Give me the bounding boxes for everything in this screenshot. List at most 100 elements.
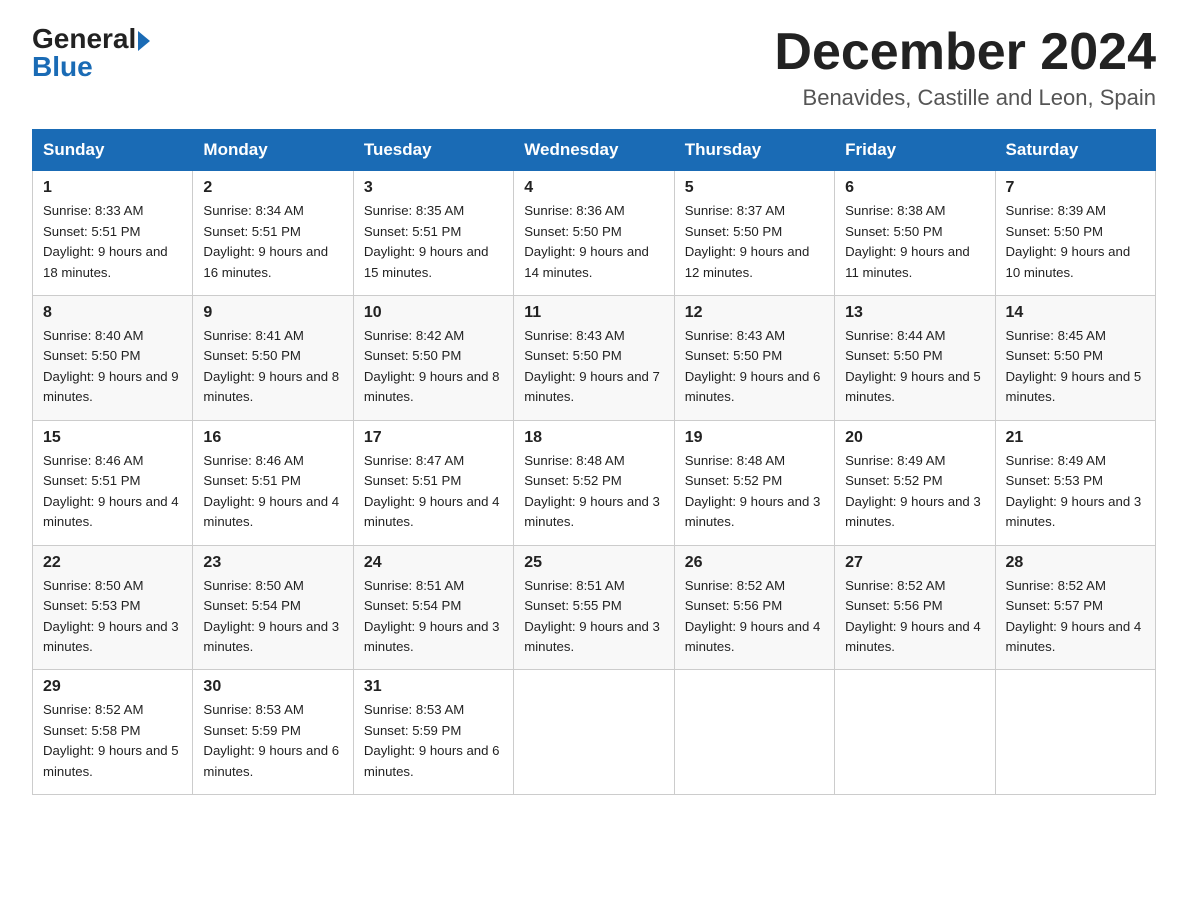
table-row: 28 Sunrise: 8:52 AM Sunset: 5:57 PM Dayl… [995,545,1155,670]
day-info: Sunrise: 8:45 AM Sunset: 5:50 PM Dayligh… [1006,326,1145,408]
day-info: Sunrise: 8:47 AM Sunset: 5:51 PM Dayligh… [364,451,503,533]
day-number: 23 [203,554,342,572]
day-number: 31 [364,678,503,696]
day-number: 7 [1006,179,1145,197]
table-row: 5 Sunrise: 8:37 AM Sunset: 5:50 PM Dayli… [674,171,834,296]
table-row: 10 Sunrise: 8:42 AM Sunset: 5:50 PM Dayl… [353,296,513,421]
table-row: 12 Sunrise: 8:43 AM Sunset: 5:50 PM Dayl… [674,296,834,421]
day-info: Sunrise: 8:34 AM Sunset: 5:51 PM Dayligh… [203,201,342,283]
day-info: Sunrise: 8:48 AM Sunset: 5:52 PM Dayligh… [685,451,824,533]
day-info: Sunrise: 8:43 AM Sunset: 5:50 PM Dayligh… [524,326,663,408]
page-header: General Blue December 2024 Benavides, Ca… [32,24,1156,111]
day-number: 16 [203,429,342,447]
logo-blue: Blue [32,51,93,83]
day-number: 25 [524,554,663,572]
col-monday: Monday [193,130,353,171]
day-info: Sunrise: 8:50 AM Sunset: 5:54 PM Dayligh… [203,576,342,658]
table-row: 18 Sunrise: 8:48 AM Sunset: 5:52 PM Dayl… [514,420,674,545]
table-row [514,670,674,795]
calendar-week-row: 22 Sunrise: 8:50 AM Sunset: 5:53 PM Dayl… [33,545,1156,670]
table-row: 31 Sunrise: 8:53 AM Sunset: 5:59 PM Dayl… [353,670,513,795]
day-info: Sunrise: 8:44 AM Sunset: 5:50 PM Dayligh… [845,326,984,408]
day-info: Sunrise: 8:48 AM Sunset: 5:52 PM Dayligh… [524,451,663,533]
day-number: 11 [524,304,663,322]
table-row: 30 Sunrise: 8:53 AM Sunset: 5:59 PM Dayl… [193,670,353,795]
day-info: Sunrise: 8:52 AM Sunset: 5:58 PM Dayligh… [43,700,182,782]
table-row [835,670,995,795]
col-wednesday: Wednesday [514,130,674,171]
day-number: 17 [364,429,503,447]
day-info: Sunrise: 8:43 AM Sunset: 5:50 PM Dayligh… [685,326,824,408]
day-info: Sunrise: 8:41 AM Sunset: 5:50 PM Dayligh… [203,326,342,408]
day-number: 26 [685,554,824,572]
table-row: 9 Sunrise: 8:41 AM Sunset: 5:50 PM Dayli… [193,296,353,421]
table-row: 3 Sunrise: 8:35 AM Sunset: 5:51 PM Dayli… [353,171,513,296]
day-number: 4 [524,179,663,197]
table-row: 7 Sunrise: 8:39 AM Sunset: 5:50 PM Dayli… [995,171,1155,296]
table-row: 19 Sunrise: 8:48 AM Sunset: 5:52 PM Dayl… [674,420,834,545]
day-info: Sunrise: 8:49 AM Sunset: 5:53 PM Dayligh… [1006,451,1145,533]
day-number: 13 [845,304,984,322]
day-info: Sunrise: 8:52 AM Sunset: 5:56 PM Dayligh… [685,576,824,658]
table-row: 4 Sunrise: 8:36 AM Sunset: 5:50 PM Dayli… [514,171,674,296]
col-saturday: Saturday [995,130,1155,171]
logo-general: General [32,23,136,54]
day-number: 15 [43,429,182,447]
day-number: 29 [43,678,182,696]
day-number: 30 [203,678,342,696]
month-title: December 2024 [774,24,1156,81]
day-number: 10 [364,304,503,322]
day-number: 8 [43,304,182,322]
day-number: 18 [524,429,663,447]
table-row: 8 Sunrise: 8:40 AM Sunset: 5:50 PM Dayli… [33,296,193,421]
day-number: 9 [203,304,342,322]
table-row: 15 Sunrise: 8:46 AM Sunset: 5:51 PM Dayl… [33,420,193,545]
calendar-week-row: 29 Sunrise: 8:52 AM Sunset: 5:58 PM Dayl… [33,670,1156,795]
title-area: December 2024 Benavides, Castille and Le… [774,24,1156,111]
table-row: 23 Sunrise: 8:50 AM Sunset: 5:54 PM Dayl… [193,545,353,670]
day-number: 24 [364,554,503,572]
day-number: 12 [685,304,824,322]
table-row [995,670,1155,795]
day-number: 22 [43,554,182,572]
day-number: 20 [845,429,984,447]
calendar-week-row: 15 Sunrise: 8:46 AM Sunset: 5:51 PM Dayl… [33,420,1156,545]
day-info: Sunrise: 8:51 AM Sunset: 5:55 PM Dayligh… [524,576,663,658]
table-row: 29 Sunrise: 8:52 AM Sunset: 5:58 PM Dayl… [33,670,193,795]
day-number: 19 [685,429,824,447]
day-info: Sunrise: 8:35 AM Sunset: 5:51 PM Dayligh… [364,201,503,283]
calendar-table: Sunday Monday Tuesday Wednesday Thursday… [32,129,1156,795]
table-row: 2 Sunrise: 8:34 AM Sunset: 5:51 PM Dayli… [193,171,353,296]
table-row [674,670,834,795]
day-info: Sunrise: 8:42 AM Sunset: 5:50 PM Dayligh… [364,326,503,408]
table-row: 20 Sunrise: 8:49 AM Sunset: 5:52 PM Dayl… [835,420,995,545]
day-info: Sunrise: 8:46 AM Sunset: 5:51 PM Dayligh… [43,451,182,533]
table-row: 27 Sunrise: 8:52 AM Sunset: 5:56 PM Dayl… [835,545,995,670]
day-info: Sunrise: 8:39 AM Sunset: 5:50 PM Dayligh… [1006,201,1145,283]
logo: General Blue [32,24,150,83]
day-info: Sunrise: 8:50 AM Sunset: 5:53 PM Dayligh… [43,576,182,658]
table-row: 6 Sunrise: 8:38 AM Sunset: 5:50 PM Dayli… [835,171,995,296]
col-friday: Friday [835,130,995,171]
col-tuesday: Tuesday [353,130,513,171]
table-row: 11 Sunrise: 8:43 AM Sunset: 5:50 PM Dayl… [514,296,674,421]
day-number: 27 [845,554,984,572]
col-thursday: Thursday [674,130,834,171]
day-info: Sunrise: 8:53 AM Sunset: 5:59 PM Dayligh… [364,700,503,782]
table-row: 1 Sunrise: 8:33 AM Sunset: 5:51 PM Dayli… [33,171,193,296]
day-info: Sunrise: 8:46 AM Sunset: 5:51 PM Dayligh… [203,451,342,533]
day-info: Sunrise: 8:49 AM Sunset: 5:52 PM Dayligh… [845,451,984,533]
day-info: Sunrise: 8:52 AM Sunset: 5:57 PM Dayligh… [1006,576,1145,658]
table-row: 13 Sunrise: 8:44 AM Sunset: 5:50 PM Dayl… [835,296,995,421]
day-number: 6 [845,179,984,197]
calendar-header-row: Sunday Monday Tuesday Wednesday Thursday… [33,130,1156,171]
table-row: 14 Sunrise: 8:45 AM Sunset: 5:50 PM Dayl… [995,296,1155,421]
day-number: 21 [1006,429,1145,447]
table-row: 21 Sunrise: 8:49 AM Sunset: 5:53 PM Dayl… [995,420,1155,545]
day-number: 5 [685,179,824,197]
day-info: Sunrise: 8:52 AM Sunset: 5:56 PM Dayligh… [845,576,984,658]
table-row: 16 Sunrise: 8:46 AM Sunset: 5:51 PM Dayl… [193,420,353,545]
day-number: 3 [364,179,503,197]
day-number: 14 [1006,304,1145,322]
logo-arrow-icon [138,31,150,51]
